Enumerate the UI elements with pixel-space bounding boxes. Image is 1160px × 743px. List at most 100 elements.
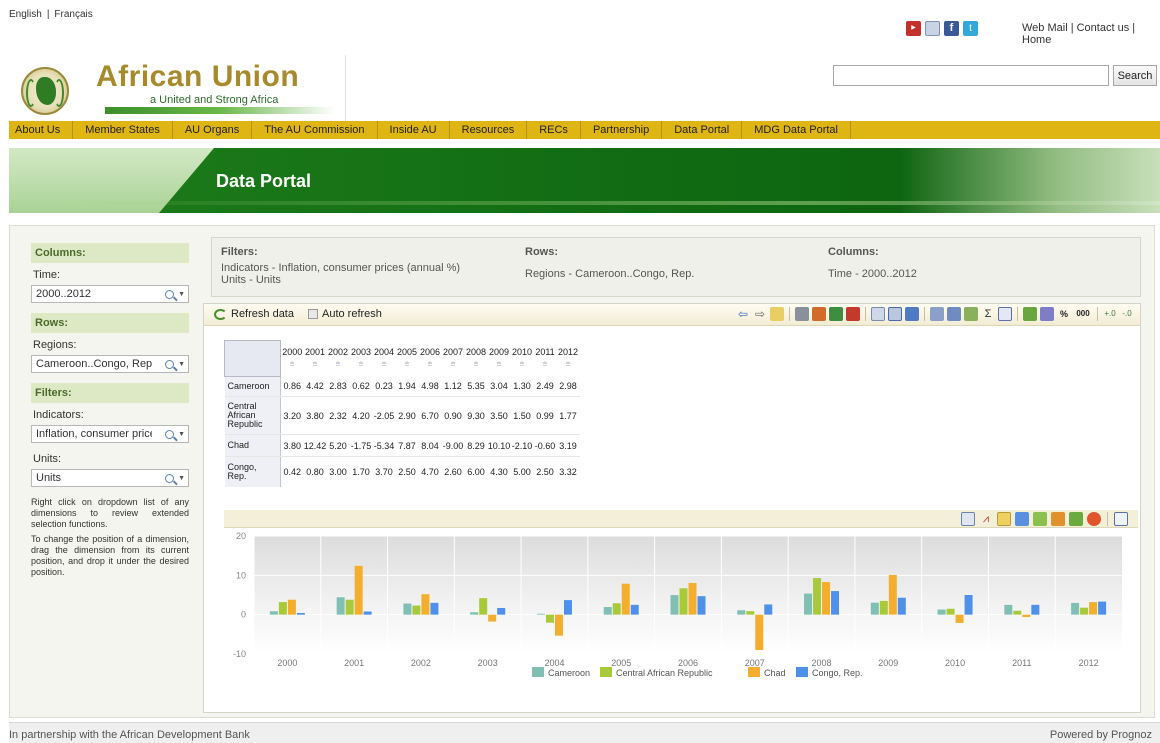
bar-chart-icon[interactable] bbox=[1015, 512, 1029, 526]
indicators-dropdown[interactable]: Inflation, consumer price ▼ bbox=[31, 425, 189, 443]
table-cell[interactable]: 1.70 bbox=[350, 457, 373, 487]
table-cell[interactable]: 3.50 bbox=[487, 396, 511, 435]
mail-icon[interactable] bbox=[925, 21, 940, 36]
layout-tree-icon[interactable] bbox=[964, 307, 978, 321]
table-cell[interactable]: 4.30 bbox=[488, 457, 511, 487]
search-icon[interactable] bbox=[165, 289, 175, 299]
refresh-data-button[interactable]: Refresh data bbox=[214, 308, 294, 320]
table-cell[interactable]: 8.29 bbox=[464, 434, 488, 457]
search-icon[interactable] bbox=[165, 429, 175, 439]
year-header[interactable]: 2007 ⩧ bbox=[441, 340, 465, 377]
year-header[interactable]: 2009 ⩧ bbox=[487, 340, 511, 377]
nav-recs[interactable]: RECs bbox=[527, 121, 581, 139]
nav-partnership[interactable]: Partnership bbox=[581, 121, 663, 139]
table-cell[interactable]: 6.70 bbox=[418, 396, 442, 435]
table-cell[interactable]: 4.70 bbox=[419, 457, 442, 487]
row-header[interactable]: Chad bbox=[224, 434, 281, 457]
table-cell[interactable]: 0.62 bbox=[349, 376, 373, 397]
search-input[interactable] bbox=[833, 65, 1109, 86]
line-chart-icon[interactable]: ⩘ bbox=[979, 512, 993, 526]
table-cell[interactable]: 2.50 bbox=[534, 457, 557, 487]
zoom-chart-icon[interactable] bbox=[1114, 512, 1128, 526]
filters-section-header[interactable]: Filters: bbox=[31, 383, 189, 403]
filter-icon[interactable]: ⩧ bbox=[281, 359, 304, 369]
table-chart-view-icon[interactable] bbox=[888, 307, 902, 321]
chart-settings-icon[interactable] bbox=[961, 512, 975, 526]
auto-refresh-toggle[interactable]: Auto refresh bbox=[308, 308, 382, 320]
filter-icon[interactable]: ⩧ bbox=[511, 359, 534, 369]
row-header[interactable]: Congo, Rep. bbox=[224, 456, 281, 487]
filter-icon[interactable]: ⩧ bbox=[465, 359, 488, 369]
pdf-export-icon[interactable] bbox=[846, 307, 860, 321]
filter-icon[interactable]: ⩧ bbox=[304, 359, 327, 369]
arrow-left-icon[interactable]: ⇦ bbox=[736, 307, 750, 321]
search-icon[interactable] bbox=[165, 473, 175, 483]
chart-view-icon[interactable] bbox=[905, 307, 919, 321]
table-cell[interactable]: 3.80 bbox=[303, 396, 327, 435]
filter-icon[interactable]: ⩧ bbox=[373, 359, 396, 369]
table-cell[interactable]: 1.77 bbox=[556, 396, 580, 435]
decrease-decimals-icon[interactable]: -.0 bbox=[1120, 307, 1134, 321]
top-links[interactable]: Web Mail | Contact us | Home bbox=[1022, 22, 1160, 46]
table-cell[interactable]: 8.04 bbox=[418, 434, 442, 457]
nav-mdg-data-portal[interactable]: MDG Data Portal bbox=[742, 121, 851, 139]
row-header[interactable]: Central African Republic bbox=[224, 396, 281, 435]
filter-icon[interactable]: ⩧ bbox=[488, 359, 511, 369]
export-icon[interactable] bbox=[812, 307, 826, 321]
table-cell[interactable]: 0.90 bbox=[441, 396, 465, 435]
table-cell[interactable]: 6.00 bbox=[465, 457, 488, 487]
thousands-icon[interactable]: 000 bbox=[1074, 307, 1092, 321]
logo-title[interactable]: African Union bbox=[96, 60, 299, 94]
year-header[interactable]: 2011 ⩧ bbox=[533, 340, 557, 377]
table-cell[interactable]: 3.20 bbox=[280, 396, 304, 435]
filter-icon[interactable]: ⩧ bbox=[534, 359, 557, 369]
table-cell[interactable]: 1.12 bbox=[441, 376, 465, 397]
auto-refresh-checkbox[interactable] bbox=[308, 309, 318, 319]
search-icon[interactable] bbox=[165, 359, 175, 369]
table-cell[interactable]: 1.50 bbox=[510, 396, 534, 435]
row-header[interactable]: Cameroon bbox=[224, 376, 281, 397]
format-icon[interactable] bbox=[1040, 307, 1054, 321]
rows-section-header[interactable]: Rows: bbox=[31, 313, 189, 333]
columns-section-header[interactable]: Columns: bbox=[31, 243, 189, 263]
table-cell[interactable]: 7.87 bbox=[395, 434, 419, 457]
pie-chart-icon[interactable] bbox=[1087, 512, 1101, 526]
table-cell[interactable]: -0.60 bbox=[533, 434, 557, 457]
table-cell[interactable]: 5.35 bbox=[464, 376, 488, 397]
filter-icon[interactable]: ⩧ bbox=[442, 359, 465, 369]
table-cell[interactable]: 0.23 bbox=[372, 376, 396, 397]
table-cell[interactable]: 5.20 bbox=[326, 434, 350, 457]
au-emblem-logo[interactable] bbox=[21, 67, 69, 115]
year-header[interactable]: 2003 ⩧ bbox=[349, 340, 373, 377]
table-cell[interactable]: 9.30 bbox=[464, 396, 488, 435]
year-header[interactable]: 2012 ⩧ bbox=[556, 340, 580, 377]
units-dropdown[interactable]: Units ▼ bbox=[31, 469, 189, 487]
table-cell[interactable]: 2.32 bbox=[326, 396, 350, 435]
table-cell[interactable]: 4.20 bbox=[349, 396, 373, 435]
layout-rows-icon[interactable] bbox=[930, 307, 944, 321]
year-header[interactable]: 2006 ⩧ bbox=[418, 340, 442, 377]
transpose-icon[interactable] bbox=[770, 307, 784, 321]
column-chart-icon[interactable] bbox=[997, 512, 1011, 526]
calculate-icon[interactable] bbox=[1023, 307, 1037, 321]
table-cell[interactable]: 0.99 bbox=[533, 396, 557, 435]
table-cell[interactable]: 3.00 bbox=[327, 457, 350, 487]
table-cell[interactable]: -9.00 bbox=[441, 434, 465, 457]
search-button[interactable]: Search bbox=[1113, 65, 1157, 86]
table-cell[interactable]: 3.04 bbox=[487, 376, 511, 397]
year-header[interactable]: 2008 ⩧ bbox=[464, 340, 488, 377]
lang-french-link[interactable]: Français bbox=[54, 9, 92, 20]
table-cell[interactable]: 3.19 bbox=[556, 434, 580, 457]
chevron-down-icon[interactable]: ▼ bbox=[178, 431, 185, 438]
nav-au-commission[interactable]: The AU Commission bbox=[252, 121, 378, 139]
table-cell[interactable]: 4.42 bbox=[303, 376, 327, 397]
print-icon[interactable] bbox=[795, 307, 809, 321]
table-cell[interactable]: 2.90 bbox=[395, 396, 419, 435]
facebook-icon[interactable]: f bbox=[944, 21, 959, 36]
time-dropdown[interactable]: 2000..2012 ▼ bbox=[31, 285, 189, 303]
table-cell[interactable]: -2.05 bbox=[372, 396, 396, 435]
table-cell[interactable]: 4.98 bbox=[418, 376, 442, 397]
nav-data-portal[interactable]: Data Portal bbox=[662, 121, 743, 139]
filter-icon[interactable]: ⩧ bbox=[350, 359, 373, 369]
youtube-icon[interactable]: ▶ bbox=[906, 21, 921, 36]
